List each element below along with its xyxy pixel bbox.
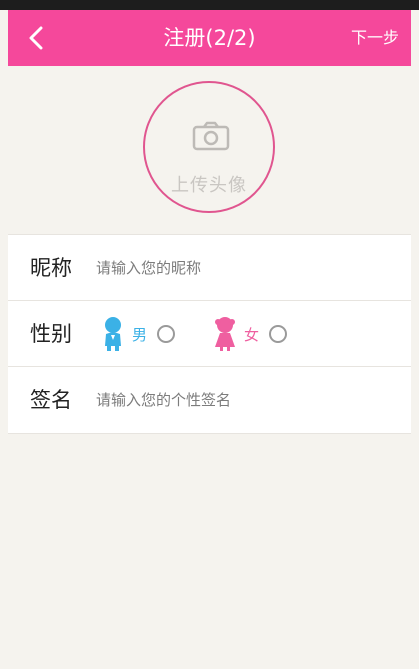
- girl-icon: [215, 317, 235, 351]
- register-screen: 注册(2/2) 下一步 上传头像 昵称 性别: [0, 0, 419, 669]
- back-button[interactable]: [22, 24, 50, 52]
- gender-female-label: 女: [244, 325, 260, 344]
- upload-avatar-label: 上传头像: [171, 175, 247, 196]
- profile-form: 昵称 性别 男: [8, 234, 411, 434]
- chevron-left-icon: [29, 26, 43, 50]
- gender-female-radio[interactable]: [269, 325, 288, 343]
- avatar-section: 上传头像: [8, 66, 411, 234]
- gender-row: 性别 男 女: [8, 300, 411, 366]
- status-bar: [0, 0, 419, 10]
- nickname-row: 昵称: [8, 234, 411, 300]
- boy-icon: [105, 317, 121, 351]
- gender-male-label: 男: [132, 325, 148, 344]
- signature-input[interactable]: [96, 383, 396, 417]
- header-bar: 注册(2/2) 下一步: [8, 10, 411, 66]
- gender-option-female[interactable]: 女: [214, 315, 288, 353]
- upload-avatar-button[interactable]: 上传头像: [143, 81, 275, 213]
- gender-label: 性别: [30, 322, 72, 346]
- nickname-input[interactable]: [96, 251, 396, 285]
- gender-male-radio[interactable]: [157, 325, 176, 343]
- empty-area: [8, 436, 411, 669]
- signature-row: 签名: [8, 366, 411, 434]
- nickname-label: 昵称: [30, 256, 72, 280]
- next-step-button[interactable]: 下一步: [351, 10, 399, 66]
- gender-option-male[interactable]: 男: [102, 315, 176, 353]
- camera-icon: [192, 121, 230, 151]
- signature-label: 签名: [30, 388, 72, 412]
